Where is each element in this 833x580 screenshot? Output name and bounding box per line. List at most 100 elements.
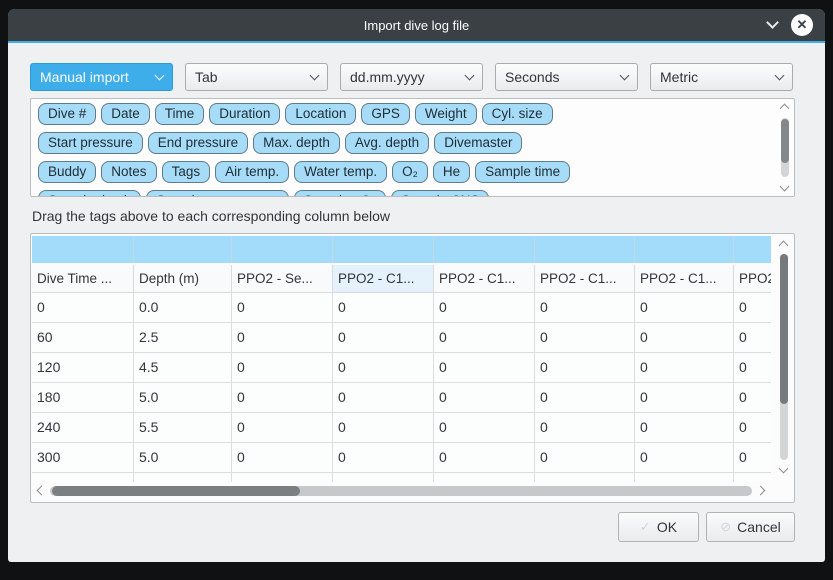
tag-divemaster[interactable]: Divemaster bbox=[434, 132, 522, 154]
table-cell: 0 bbox=[232, 323, 333, 353]
drop-cell-ppo2-c1[interactable] bbox=[734, 236, 771, 263]
tag-time[interactable]: Time bbox=[155, 103, 205, 125]
tag-notes[interactable]: Notes bbox=[101, 161, 156, 183]
drop-cell-ppo2-c1[interactable] bbox=[333, 236, 434, 263]
table-cell: 60 bbox=[32, 323, 134, 353]
tag-sample-depth[interactable]: Sample depth bbox=[38, 190, 141, 197]
tag-avg-depth[interactable]: Avg. depth bbox=[345, 132, 429, 154]
chevron-down-icon bbox=[155, 71, 165, 81]
column-header-ppo2-c1[interactable]: PPO2 - C1... bbox=[635, 265, 734, 293]
table-cell: 0 bbox=[635, 413, 734, 443]
tag-sample-po[interactable]: Sample pO₂ bbox=[294, 190, 387, 197]
table-row: 3005.0000000 bbox=[32, 443, 771, 473]
ok-button[interactable]: ✓ OK bbox=[618, 512, 699, 542]
drop-cell-ppo2-c1[interactable] bbox=[434, 236, 535, 263]
tag-tags[interactable]: Tags bbox=[162, 161, 211, 183]
tag-start-pressure[interactable]: Start pressure bbox=[38, 132, 143, 154]
dropdown-tab[interactable]: Tab bbox=[185, 63, 328, 91]
table-cell bbox=[734, 473, 771, 482]
tag-date[interactable]: Date bbox=[101, 103, 150, 125]
column-header-ppo2-c1[interactable]: PPO2 - C1... bbox=[535, 265, 635, 293]
import-dialog: Import dive log file ✕ Manual import Tab d… bbox=[8, 9, 825, 562]
dropdown-manual-import[interactable]: Manual import bbox=[30, 63, 173, 91]
column-header-depth-m[interactable]: Depth (m) bbox=[134, 265, 232, 293]
scroll-up-icon[interactable] bbox=[779, 241, 789, 251]
table-cell: 0 bbox=[635, 383, 734, 413]
drag-hint-label: Drag the tags above to each correspondin… bbox=[32, 208, 795, 224]
tag-gps[interactable]: GPS bbox=[361, 103, 410, 125]
tag-sample-cns[interactable]: Sample CNS bbox=[391, 190, 489, 197]
tag-water-temp[interactable]: Water temp. bbox=[294, 161, 387, 183]
tag-pool-panel: Dive #DateTimeDurationLocationGPSWeightC… bbox=[30, 98, 795, 197]
table-cell: 180 bbox=[32, 383, 134, 413]
tag-end-pressure[interactable]: End pressure bbox=[148, 132, 248, 154]
table-cell: 0 bbox=[535, 443, 635, 473]
close-icon: ✕ bbox=[797, 17, 808, 33]
tag-sample-temperature[interactable]: Sample temperature bbox=[146, 190, 288, 197]
table-cell: 0 bbox=[333, 383, 434, 413]
tag-pool-scrollbar[interactable] bbox=[778, 102, 792, 193]
scrollbar-thumb[interactable] bbox=[780, 254, 788, 404]
tag-sample-time[interactable]: Sample time bbox=[475, 161, 570, 183]
dropdown-value: Seconds bbox=[505, 69, 559, 85]
drop-cell-ppo2-c1[interactable] bbox=[535, 236, 635, 263]
table-horizontal-scrollbar[interactable] bbox=[36, 484, 766, 498]
tag-drop-row[interactable] bbox=[32, 236, 771, 263]
tag-row: BuddyNotes TagsAir temp.Water temp.O₂HeSa… bbox=[36, 161, 789, 184]
table-row: 1204.5000000 bbox=[32, 353, 771, 383]
tag-row: Start pressureEnd pressureMax. depthAvg.… bbox=[36, 132, 789, 155]
cancel-button-label: Cancel bbox=[737, 519, 781, 535]
table-cell: 0 bbox=[333, 443, 434, 473]
tag-weight[interactable]: Weight bbox=[415, 103, 477, 125]
drop-cell-dive-time[interactable] bbox=[32, 236, 134, 263]
dropdown-value: Tab bbox=[195, 69, 218, 85]
tag-air-temp[interactable]: Air temp. bbox=[215, 161, 289, 183]
drop-cell-depth-m[interactable] bbox=[134, 236, 232, 263]
scroll-right-icon[interactable] bbox=[756, 486, 766, 496]
column-mapping-table: Dive Time ...Depth (m)PPO2 - Se...PPO2 -… bbox=[30, 233, 795, 503]
table-cell: 0 bbox=[535, 413, 635, 443]
tag-duration[interactable]: Duration bbox=[209, 103, 280, 125]
scrollbar-thumb[interactable] bbox=[52, 486, 300, 496]
table-cell bbox=[635, 473, 734, 482]
dropdown-seconds[interactable]: Seconds bbox=[495, 63, 638, 91]
tag-he[interactable]: He bbox=[433, 161, 470, 183]
table-cell bbox=[333, 473, 434, 482]
column-header-ppo2-c1[interactable]: PPO2 - C1... bbox=[734, 265, 771, 293]
scroll-up-icon[interactable] bbox=[780, 104, 790, 114]
table-cell: 0 bbox=[635, 323, 734, 353]
tag-cyl-size[interactable]: Cyl. size bbox=[482, 103, 553, 125]
table-cell: 0 bbox=[434, 353, 535, 383]
table-cell: 0 bbox=[734, 293, 771, 323]
table-vertical-scrollbar[interactable] bbox=[777, 239, 791, 475]
tag-row: Dive #DateTimeDurationLocationGPSWeightC… bbox=[36, 103, 789, 126]
titlebar[interactable]: Import dive log file ✕ bbox=[8, 9, 825, 41]
table-cell: 0 bbox=[734, 413, 771, 443]
tag-location[interactable]: Location bbox=[285, 103, 356, 125]
ok-button-label: OK bbox=[657, 519, 677, 535]
column-header-dive-time[interactable]: Dive Time ... bbox=[32, 265, 134, 293]
column-header-ppo2-c1[interactable]: PPO2 - C1... bbox=[434, 265, 535, 293]
cancel-button[interactable]: ⊘ Cancel bbox=[706, 512, 795, 542]
table-header-row: Dive Time ...Depth (m)PPO2 - Se...PPO2 -… bbox=[32, 265, 771, 293]
dropdown-metric[interactable]: Metric bbox=[650, 63, 793, 91]
column-header-ppo2-c1[interactable]: PPO2 - C1... bbox=[333, 265, 434, 293]
table-cell: 0 bbox=[434, 323, 535, 353]
scroll-left-icon[interactable] bbox=[37, 486, 47, 496]
check-icon: ✓ bbox=[640, 519, 651, 535]
tag-max-depth[interactable]: Max. depth bbox=[253, 132, 340, 154]
close-button[interactable]: ✕ bbox=[791, 14, 813, 36]
tag-dive[interactable]: Dive # bbox=[38, 103, 96, 125]
scrollbar-thumb[interactable] bbox=[781, 119, 789, 163]
table-cell: 0 bbox=[535, 383, 635, 413]
column-header-ppo2-se[interactable]: PPO2 - Se... bbox=[232, 265, 333, 293]
scroll-down-icon[interactable] bbox=[779, 464, 789, 474]
chevron-down-icon[interactable] bbox=[766, 16, 779, 29]
drop-cell-ppo2-c1[interactable] bbox=[635, 236, 734, 263]
tag-buddy[interactable]: Buddy bbox=[38, 161, 96, 183]
window-title: Import dive log file bbox=[8, 18, 825, 33]
dropdown-dd-mm-yyyy[interactable]: dd.mm.yyyy bbox=[340, 63, 483, 91]
drop-cell-ppo2-se[interactable] bbox=[232, 236, 333, 263]
tag-o[interactable]: O₂ bbox=[392, 161, 428, 183]
scroll-down-icon[interactable] bbox=[780, 182, 790, 192]
